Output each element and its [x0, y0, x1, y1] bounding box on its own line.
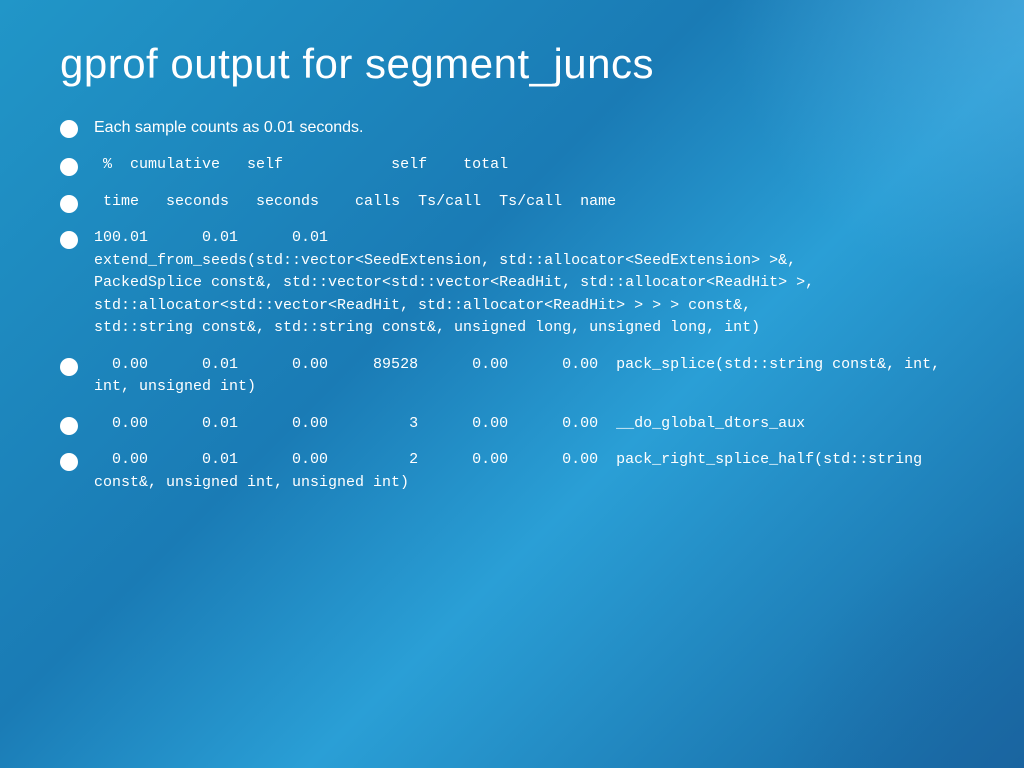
bullet-item-6: 0.00 0.01 0.00 3 0.00 0.00 __do_global_d… — [60, 413, 964, 436]
bullet-dot-1 — [60, 120, 78, 138]
bullet-item-7: 0.00 0.01 0.00 2 0.00 0.00 pack_right_sp… — [60, 449, 964, 494]
bullet-text-7: 0.00 0.01 0.00 2 0.00 0.00 pack_right_sp… — [94, 449, 922, 494]
bullet-dot-4 — [60, 231, 78, 249]
bullet-dot-2 — [60, 158, 78, 176]
bullet-item-3: time seconds seconds calls Ts/call Ts/ca… — [60, 191, 964, 214]
bullet-item-1: Each sample counts as 0.01 seconds. — [60, 116, 964, 140]
bullet-text-2: % cumulative self self total — [94, 154, 508, 177]
bullet-text-1: Each sample counts as 0.01 seconds. — [94, 116, 364, 140]
bullet-dot-3 — [60, 195, 78, 213]
bullet-text-6: 0.00 0.01 0.00 3 0.00 0.00 __do_global_d… — [94, 413, 805, 436]
bullet-text-4: 100.01 0.01 0.01 extend_from_seeds(std::… — [94, 227, 814, 340]
bullet-dot-5 — [60, 358, 78, 376]
bullet-dot-7 — [60, 453, 78, 471]
bullet-text-5: 0.00 0.01 0.00 89528 0.00 0.00 pack_spli… — [94, 354, 940, 399]
bullet-item-4: 100.01 0.01 0.01 extend_from_seeds(std::… — [60, 227, 964, 340]
bullet-dot-6 — [60, 417, 78, 435]
slide-title: gprof output for segment_juncs — [60, 40, 964, 88]
bullet-text-3: time seconds seconds calls Ts/call Ts/ca… — [94, 191, 616, 214]
slide-content: Each sample counts as 0.01 seconds. % cu… — [60, 116, 964, 728]
bullet-item-5: 0.00 0.01 0.00 89528 0.00 0.00 pack_spli… — [60, 354, 964, 399]
bullet-item-2: % cumulative self self total — [60, 154, 964, 177]
slide: gprof output for segment_juncs Each samp… — [0, 0, 1024, 768]
